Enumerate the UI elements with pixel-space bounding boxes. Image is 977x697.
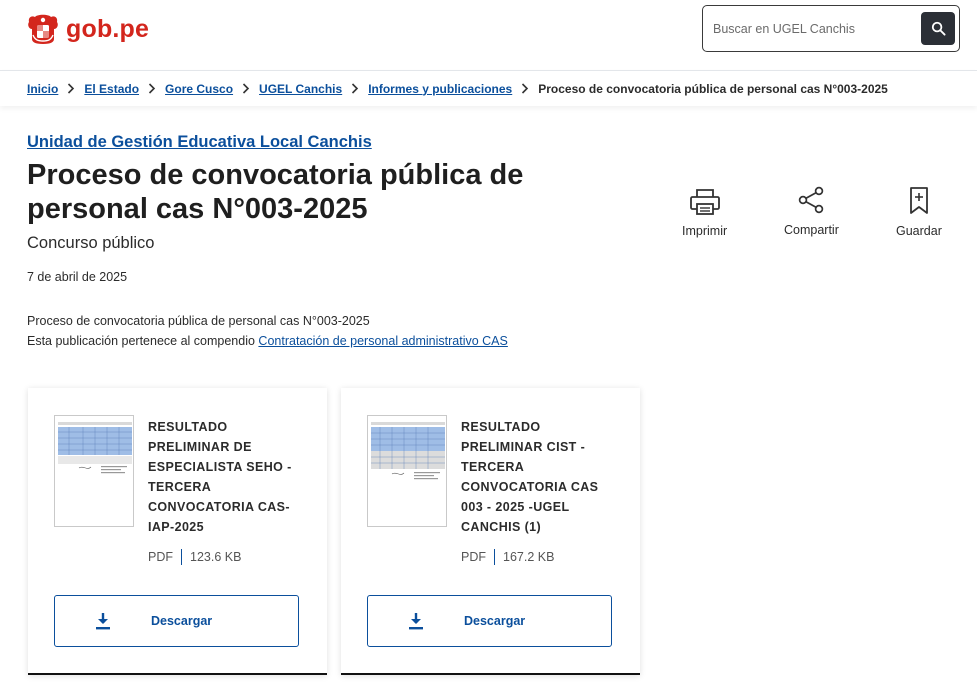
print-button[interactable]: Imprimir <box>682 182 727 238</box>
download-icon <box>368 612 464 630</box>
download-label: Descargar <box>464 614 526 628</box>
meta-divider <box>181 549 182 565</box>
document-card: RESULTADO PRELIMINAR CIST - TERCERA CONV… <box>341 388 640 675</box>
logo-text: gob.pe <box>66 14 150 43</box>
document-title: RESULTADO PRELIMINAR CIST - TERCERA CONV… <box>461 420 599 534</box>
download-button[interactable]: Descargar <box>54 595 299 647</box>
breadcrumb-link-ugel-canchis[interactable]: UGEL Canchis <box>259 82 342 96</box>
document-meta: PDF 167.2 KB <box>461 549 554 565</box>
gob-pe-shield-icon <box>26 13 60 45</box>
meta-divider <box>494 549 495 565</box>
page-subtitle: Concurso público <box>27 234 155 252</box>
chevron-right-icon <box>58 83 84 94</box>
bookmark-icon <box>908 182 930 216</box>
compendium-line: Esta publicación pertenece al compendio … <box>27 331 508 351</box>
compendium-prefix: Esta publicación pertenece al compendio <box>27 334 255 348</box>
print-label: Imprimir <box>682 224 728 238</box>
breadcrumb: Inicio El Estado Gore Cusco UGEL Canchis… <box>0 70 977 106</box>
save-label: Guardar <box>896 224 942 238</box>
organization-link[interactable]: Unidad de Gestión Educativa Local Canchi… <box>27 133 372 152</box>
document-meta: PDF 123.6 KB <box>148 549 241 565</box>
download-button[interactable]: Descargar <box>367 595 612 647</box>
description-line: Proceso de convocatoria pública de perso… <box>27 314 370 328</box>
pdf-thumbnail[interactable] <box>54 415 134 527</box>
chevron-right-icon <box>512 83 538 94</box>
download-label: Descargar <box>151 614 213 628</box>
breadcrumb-link-inicio[interactable]: Inicio <box>27 82 58 96</box>
share-icon <box>797 181 825 215</box>
document-size: 123.6 KB <box>190 550 242 564</box>
document-format: PDF <box>461 550 486 564</box>
breadcrumb-link-gore-cusco[interactable]: Gore Cusco <box>165 82 233 96</box>
chevron-right-icon <box>139 83 165 94</box>
description: Proceso de convocatoria pública de perso… <box>27 311 508 351</box>
search-box <box>702 5 960 52</box>
site-header: gob.pe <box>0 0 977 70</box>
chevron-right-icon <box>342 83 368 94</box>
share-label: Compartir <box>784 223 839 237</box>
download-icon <box>55 612 151 630</box>
chevron-right-icon <box>233 83 259 94</box>
document-card: RESULTADO PRELIMINAR DE ESPECIALISTA SEH… <box>28 388 327 675</box>
breadcrumb-link-el-estado[interactable]: El Estado <box>84 82 139 96</box>
breadcrumb-link-informes[interactable]: Informes y publicaciones <box>368 82 512 96</box>
document-title: RESULTADO PRELIMINAR DE ESPECIALISTA SEH… <box>148 420 292 534</box>
page-title: Proceso de convocatoria pública de perso… <box>27 159 524 225</box>
save-button[interactable]: Guardar <box>896 182 942 238</box>
document-size: 167.2 KB <box>503 550 555 564</box>
search-input[interactable] <box>713 18 913 40</box>
breadcrumb-current: Proceso de convocatoria pública de perso… <box>538 81 888 96</box>
search-button[interactable] <box>921 12 955 45</box>
document-format: PDF <box>148 550 173 564</box>
pdf-thumbnail[interactable] <box>367 415 447 527</box>
publication-date: 7 de abril de 2025 <box>27 270 128 284</box>
printer-icon <box>689 182 721 216</box>
search-icon <box>931 21 946 36</box>
gob-pe-logo[interactable]: gob.pe <box>26 13 149 45</box>
compendium-link[interactable]: Contratación de personal administrativo … <box>258 334 507 348</box>
share-button[interactable]: Compartir <box>784 181 839 237</box>
